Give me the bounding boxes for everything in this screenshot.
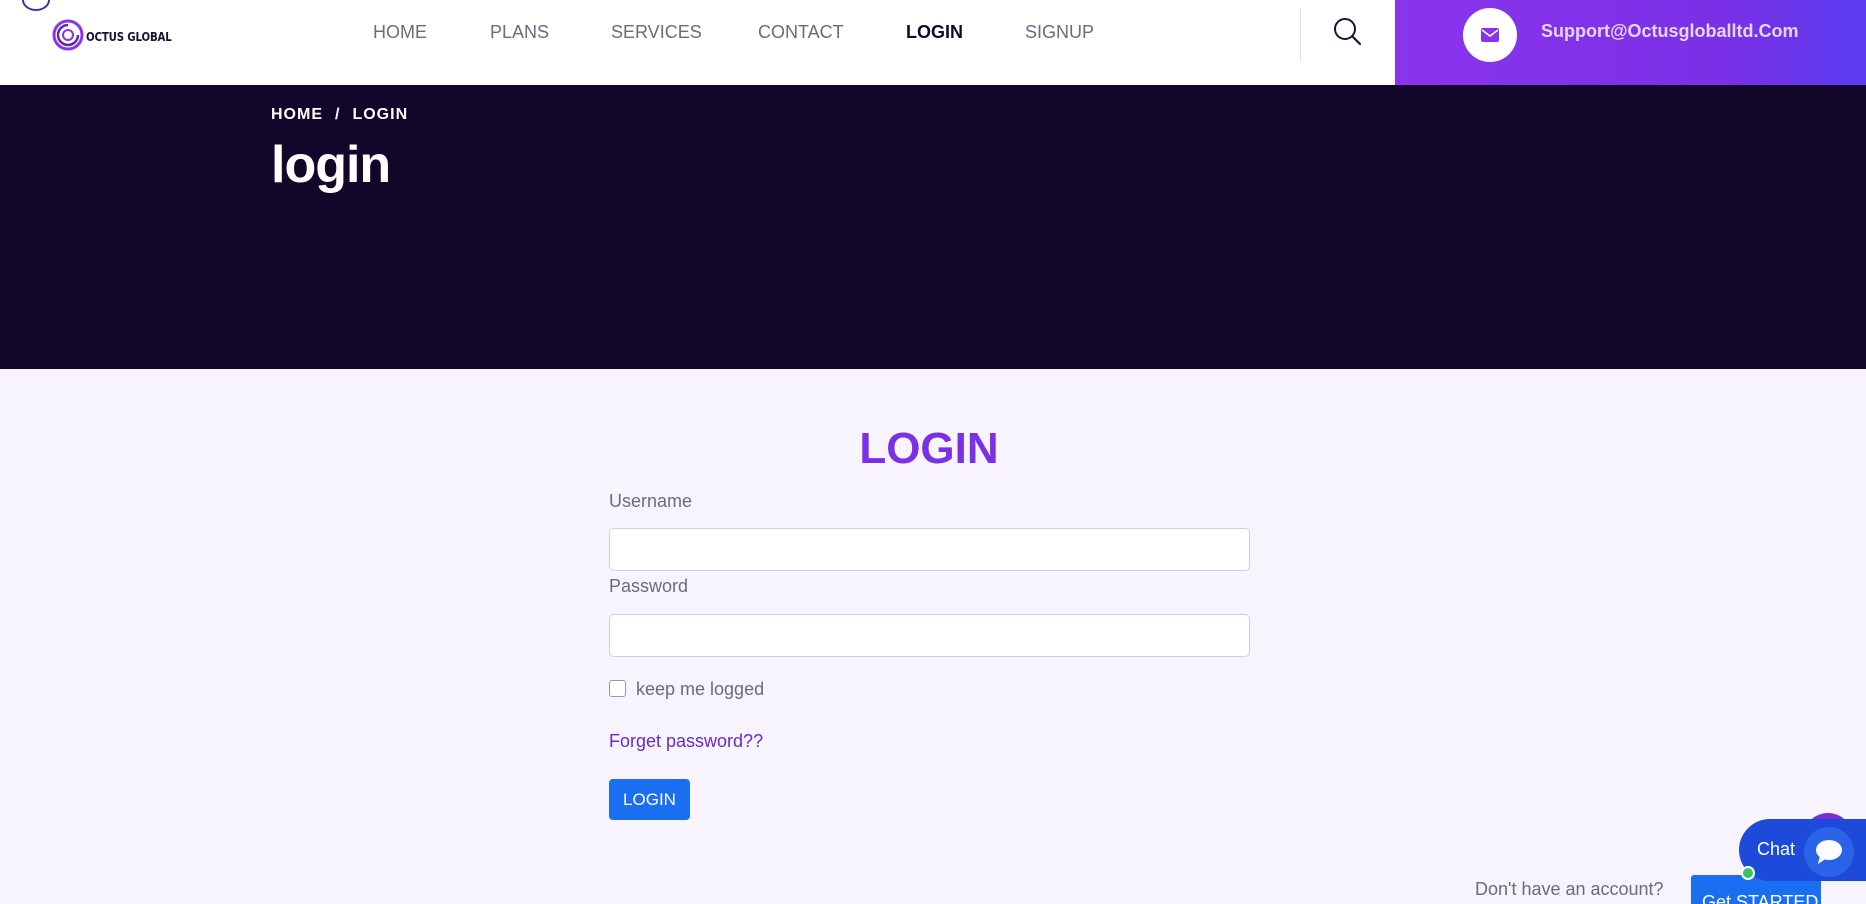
username-input[interactable] bbox=[609, 528, 1250, 571]
chat-icon-button[interactable] bbox=[1804, 827, 1854, 877]
support-email-link[interactable]: Support@Octusgloballtd.Com bbox=[1541, 21, 1799, 42]
breadcrumb-current: LOGIN bbox=[352, 106, 409, 123]
online-status-dot bbox=[1741, 866, 1755, 880]
page-title: login bbox=[271, 136, 391, 194]
site-header: OCTUS GLOBAL HOME PLANS SERVICES CONTACT… bbox=[0, 0, 1866, 85]
cursor-indicator bbox=[22, 0, 50, 11]
username-label: Username bbox=[609, 491, 693, 511]
search-button[interactable] bbox=[1332, 16, 1364, 48]
form-title: LOGIN bbox=[859, 424, 999, 473]
chat-bubble-icon bbox=[1816, 840, 1842, 864]
envelope-icon bbox=[1481, 28, 1499, 42]
nav-signup[interactable]: SIGNUP bbox=[1025, 22, 1094, 43]
nav-plans[interactable]: PLANS bbox=[490, 22, 549, 43]
breadcrumb-separator: / bbox=[335, 106, 341, 123]
page-banner: HOME / LOGIN login bbox=[0, 85, 1866, 369]
no-account-text: Don't have an account? bbox=[1475, 879, 1664, 899]
chat-label: Chat bbox=[1757, 839, 1796, 859]
nav-contact[interactable]: CONTACT bbox=[758, 22, 844, 43]
nav-services[interactable]: SERVICES bbox=[611, 22, 702, 43]
breadcrumb-home[interactable]: HOME bbox=[271, 106, 323, 124]
header-divider bbox=[1300, 8, 1301, 62]
search-icon bbox=[1334, 18, 1362, 46]
login-submit-button[interactable]: LOGIN bbox=[609, 779, 690, 820]
site-logo[interactable]: OCTUS GLOBAL bbox=[52, 18, 187, 52]
password-label: Password bbox=[609, 576, 689, 596]
nav-home[interactable]: HOME bbox=[373, 22, 427, 43]
chat-widget[interactable]: Chat bbox=[1739, 813, 1866, 881]
logo-text: OCTUS GLOBAL bbox=[86, 30, 172, 44]
keep-logged-label: keep me logged bbox=[636, 679, 765, 699]
password-input[interactable] bbox=[609, 614, 1250, 657]
nav-login[interactable]: LOGIN bbox=[906, 22, 963, 43]
support-bar: Support@Octusgloballtd.Com bbox=[1395, 0, 1866, 85]
forget-password-link[interactable]: Forget password?? bbox=[609, 731, 763, 752]
keep-logged-checkbox[interactable] bbox=[609, 680, 626, 697]
mail-badge bbox=[1463, 8, 1517, 62]
logo-swirl-icon bbox=[52, 19, 84, 51]
breadcrumb: HOME / LOGIN bbox=[271, 106, 408, 124]
